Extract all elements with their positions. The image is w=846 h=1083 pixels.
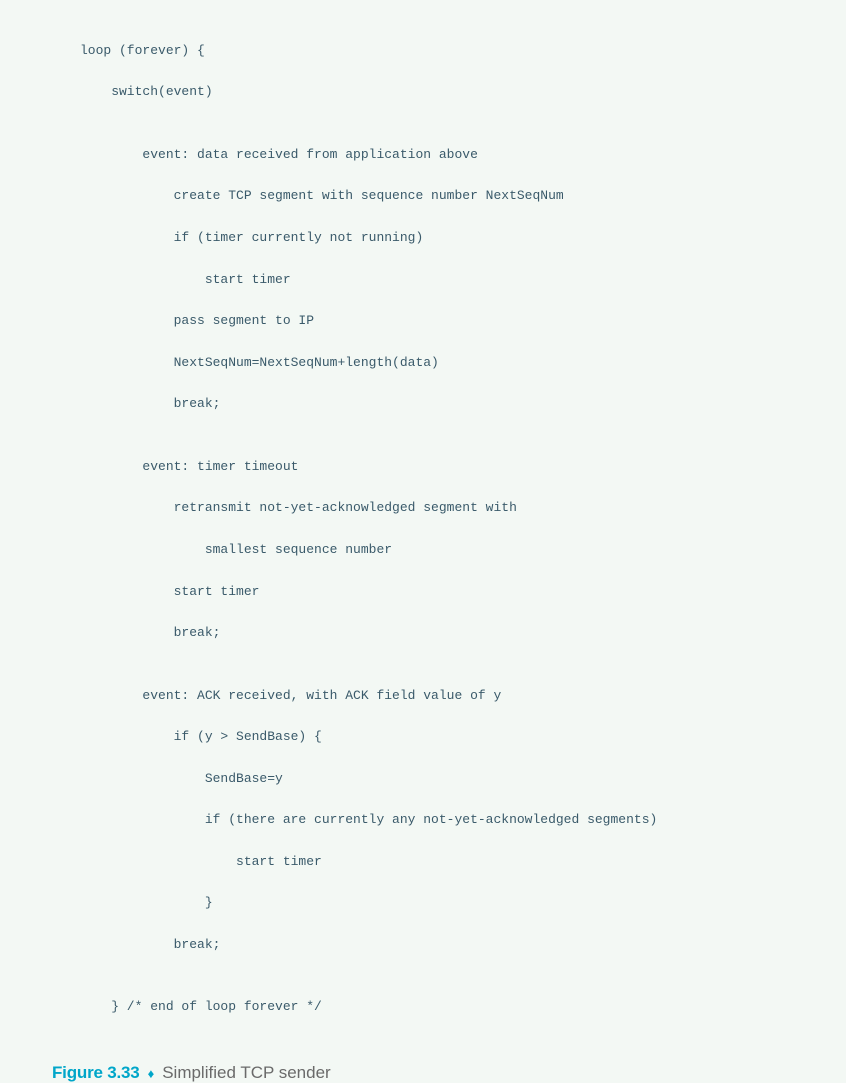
code-line: event: ACK received, with ACK field valu… [80,686,806,707]
code-line: retransmit not-yet-acknowledged segment … [80,498,806,519]
figure-label: Figure 3.33 [52,1063,140,1083]
code-line: loop (forever) { [80,41,806,62]
code-line: } [80,893,806,914]
code-line: break; [80,394,806,415]
code-line: if (there are currently any not-yet-ackn… [80,810,806,831]
code-line: switch(event) [80,82,806,103]
code-line: pass segment to IP [80,311,806,332]
code-line: break; [80,935,806,956]
code-line: if (y > SendBase) { [80,727,806,748]
code-line: SendBase=y [80,769,806,790]
code-line: if (timer currently not running) [80,228,806,249]
code-line: smallest sequence number [80,540,806,561]
figure-title: Simplified TCP sender [162,1063,331,1083]
code-line: start timer [80,270,806,291]
code-line: break; [80,623,806,644]
code-line: create TCP segment with sequence number … [80,186,806,207]
code-line: } /* end of loop forever */ [80,997,806,1018]
code-line: start timer [80,852,806,873]
figure-caption: Figure 3.33 ♦ Simplified TCP sender [52,1063,806,1083]
pseudocode-block: loop (forever) { switch(event) event: da… [80,20,806,1039]
code-line: event: timer timeout [80,457,806,478]
diamond-separator-icon: ♦ [148,1066,155,1081]
code-line: event: data received from application ab… [80,145,806,166]
code-line: NextSeqNum=NextSeqNum+length(data) [80,353,806,374]
code-line: start timer [80,582,806,603]
